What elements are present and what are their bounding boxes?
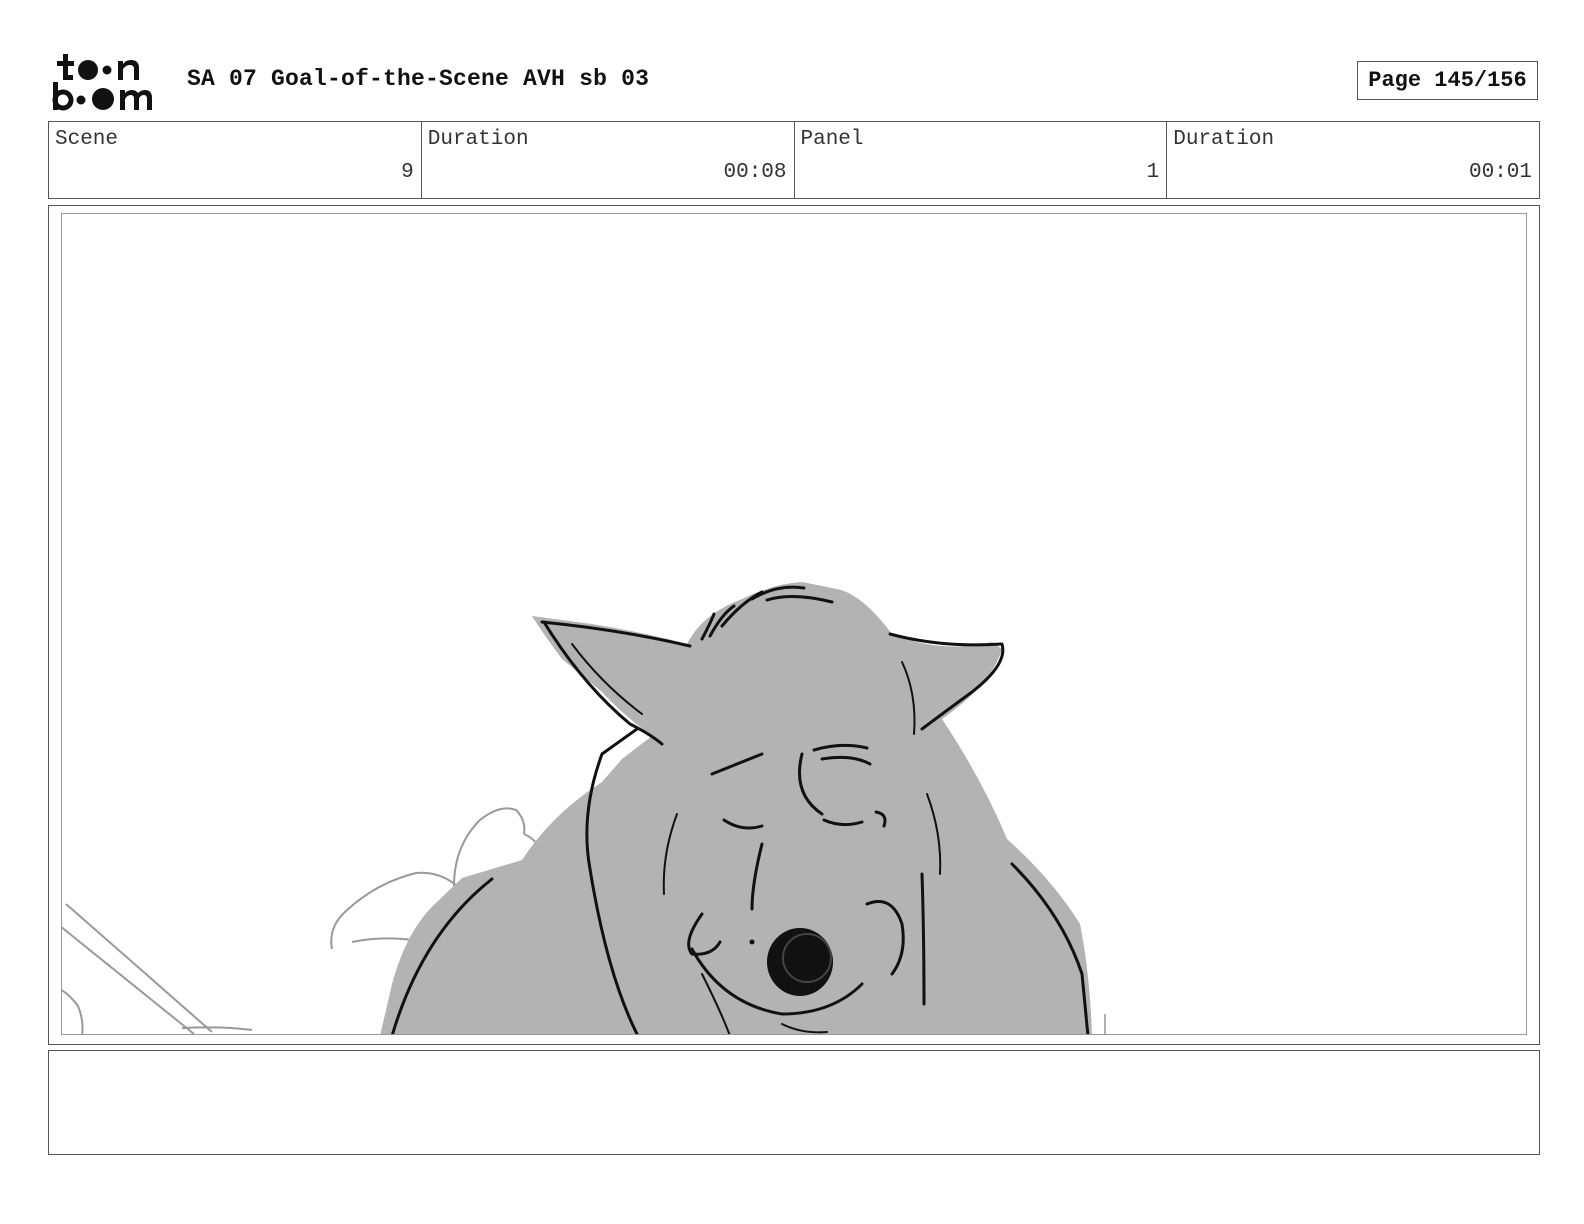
document-title: SA 07 Goal-of-the-Scene AVH sb 03 [187, 66, 650, 92]
info-row: Scene 9 Duration 00:08 Panel 1 Duration … [48, 121, 1540, 199]
panel-duration-cell: Duration 00:01 [1166, 122, 1539, 198]
storyboard-panel-frame [48, 205, 1540, 1045]
scene-duration-value: 00:08 [723, 161, 787, 184]
panel-label: Panel [800, 128, 864, 151]
panel-duration-label: Duration [1173, 128, 1275, 151]
scene-duration-label: Duration [427, 128, 529, 151]
panel-duration-value: 00:01 [1468, 161, 1532, 184]
toon-boom-logo [51, 52, 163, 112]
wolf-sketch-icon [62, 582, 1106, 1034]
panel-cell: Panel 1 [793, 122, 1167, 198]
scene-label: Scene [55, 128, 119, 151]
scene-cell: Scene 9 [49, 122, 421, 198]
storyboard-panel-image [61, 213, 1527, 1035]
scene-duration-cell: Duration 00:08 [420, 122, 794, 198]
scene-value: 9 [401, 161, 414, 184]
page-counter: Page 145/156 [1357, 61, 1538, 100]
panel-value: 1 [1146, 161, 1160, 184]
panel-notes-box [48, 1050, 1540, 1155]
